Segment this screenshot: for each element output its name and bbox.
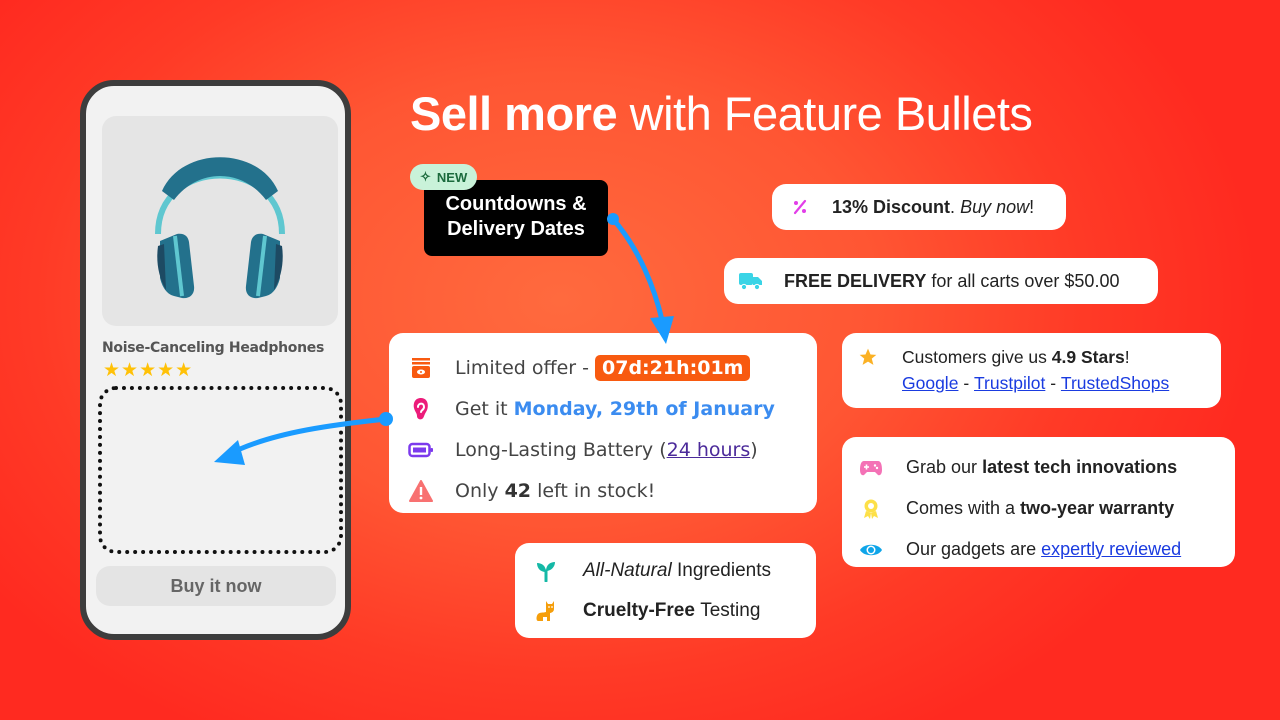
cat-icon	[533, 599, 559, 623]
headphones-icon	[155, 157, 285, 299]
gamepad-icon	[858, 459, 884, 477]
stock-post: left in stock!	[537, 479, 656, 502]
delivery-date-row: Get it Monday, 29th of January	[407, 388, 799, 429]
battery-hours-link[interactable]: 24 hours	[667, 439, 751, 461]
cruelty-free-text: Cruelty-Free	[583, 600, 695, 621]
buy-it-now-button[interactable]: Buy it now	[96, 566, 336, 606]
expertly-reviewed-link[interactable]: expertly reviewed	[1041, 539, 1181, 560]
free-delivery-condition: for all carts over $50.00	[931, 270, 1120, 291]
natural-row: All-Natural Ingredients	[533, 551, 798, 591]
rating-stars: ★★★★★	[103, 360, 194, 381]
countdowns-promo-box: Countdowns & Delivery Dates	[424, 180, 608, 256]
discount-sep: .	[950, 196, 956, 217]
warning-icon	[407, 479, 435, 502]
limited-offer-row: Limited offer - 07d:21h:01m	[407, 347, 799, 388]
new-badge: ✧ NEW	[410, 164, 478, 190]
limited-offer-text: Limited offer -	[455, 356, 590, 379]
battery-end: )	[750, 438, 758, 461]
tech-text-2: Comes with a	[906, 498, 1016, 518]
link-separator: -	[1050, 372, 1057, 393]
free-delivery-card: FREE DELIVERY for all carts over $50.00	[724, 258, 1158, 304]
tech-row-innovations: Grab our latest tech innovations	[858, 447, 1219, 488]
tech-row-warranty: Comes with a two-year warranty	[858, 488, 1219, 529]
link-separator: -	[963, 372, 970, 393]
review-links: Google - Trustpilot - TrustedShops	[858, 369, 1205, 397]
stock-count: 42	[504, 479, 532, 502]
feature-bullets-placeholder	[98, 386, 343, 554]
trustedshops-link[interactable]: TrustedShops	[1061, 373, 1169, 394]
testing-text: Testing	[700, 600, 761, 621]
countdown-timer: 07d:21h:01m	[595, 354, 751, 381]
countdown-feature-card: Limited offer - 07d:21h:01m Get it Monda…	[389, 333, 817, 513]
arrow-promo-to-card	[607, 213, 674, 344]
ear-icon	[407, 397, 435, 421]
cruelty-free-row: Cruelty-Free Testing	[533, 591, 798, 631]
promo-title-line1: Countdowns &	[445, 193, 587, 215]
trustpilot-link[interactable]: Trustpilot	[974, 373, 1045, 394]
rating-value: 4.9 Stars	[1051, 346, 1125, 367]
reviews-line: Customers give us 4.9 Stars!	[858, 345, 1205, 369]
all-natural-text: All-Natural	[583, 560, 672, 581]
ingredients-text: Ingredients	[676, 560, 771, 581]
natural-features-card: All-Natural Ingredients Cruelty-Free Tes…	[515, 543, 816, 638]
award-icon	[858, 498, 884, 520]
reviews-text: Customers give us	[902, 346, 1047, 367]
percent-icon	[790, 199, 810, 215]
reviews-end: !	[1124, 346, 1130, 367]
headline-light: with Feature Bullets	[629, 87, 1033, 140]
battery-text: Long-Lasting Battery (	[455, 438, 667, 461]
reviews-card: Customers give us 4.9 Stars! Google - Tr…	[842, 333, 1221, 408]
battery-icon	[407, 442, 435, 458]
eye-icon	[858, 542, 884, 558]
truck-icon	[738, 272, 764, 290]
delivery-date: Monday, 29th of January	[513, 397, 775, 420]
tech-row-reviewed: Our gadgets are expertly reviewed	[858, 529, 1219, 570]
tech-text-1: Grab our	[906, 457, 978, 477]
tech-text-3: Our gadgets are	[906, 539, 1037, 559]
battery-row: Long-Lasting Battery (24 hours)	[407, 429, 799, 470]
headline: Sell more with Feature Bullets	[410, 86, 1033, 141]
google-link[interactable]: Google	[902, 373, 958, 394]
discount-amount: 13% Discount	[832, 196, 951, 217]
product-title: Noise-Canceling Headphones	[102, 340, 324, 356]
gift-box-icon	[407, 357, 435, 379]
sparkle-icon: ✧	[420, 169, 431, 184]
sprout-icon	[533, 560, 559, 582]
stock-row: Only 42 left in stock!	[407, 470, 799, 511]
headline-bold: Sell more	[410, 87, 618, 140]
tech-bold-2: two-year warranty	[1020, 498, 1175, 518]
tech-features-card: Grab our latest tech innovations Comes w…	[842, 437, 1235, 567]
free-delivery-label: FREE DELIVERY	[784, 270, 927, 291]
promo-title-line2: Delivery Dates	[447, 218, 585, 240]
tech-bold-1: latest tech innovations	[982, 457, 1178, 477]
get-it-text: Get it	[455, 397, 508, 420]
buy-now-text: Buy now	[960, 196, 1030, 217]
star-icon	[858, 347, 878, 367]
stock-pre: Only	[455, 479, 499, 502]
new-badge-label: NEW	[436, 169, 468, 185]
discount-end: !	[1029, 196, 1035, 217]
product-image	[102, 116, 338, 326]
phone-mockup: Noise-Canceling Headphones ★★★★★ Buy it …	[80, 80, 351, 640]
discount-card: 13% Discount. Buy now!	[772, 184, 1066, 230]
